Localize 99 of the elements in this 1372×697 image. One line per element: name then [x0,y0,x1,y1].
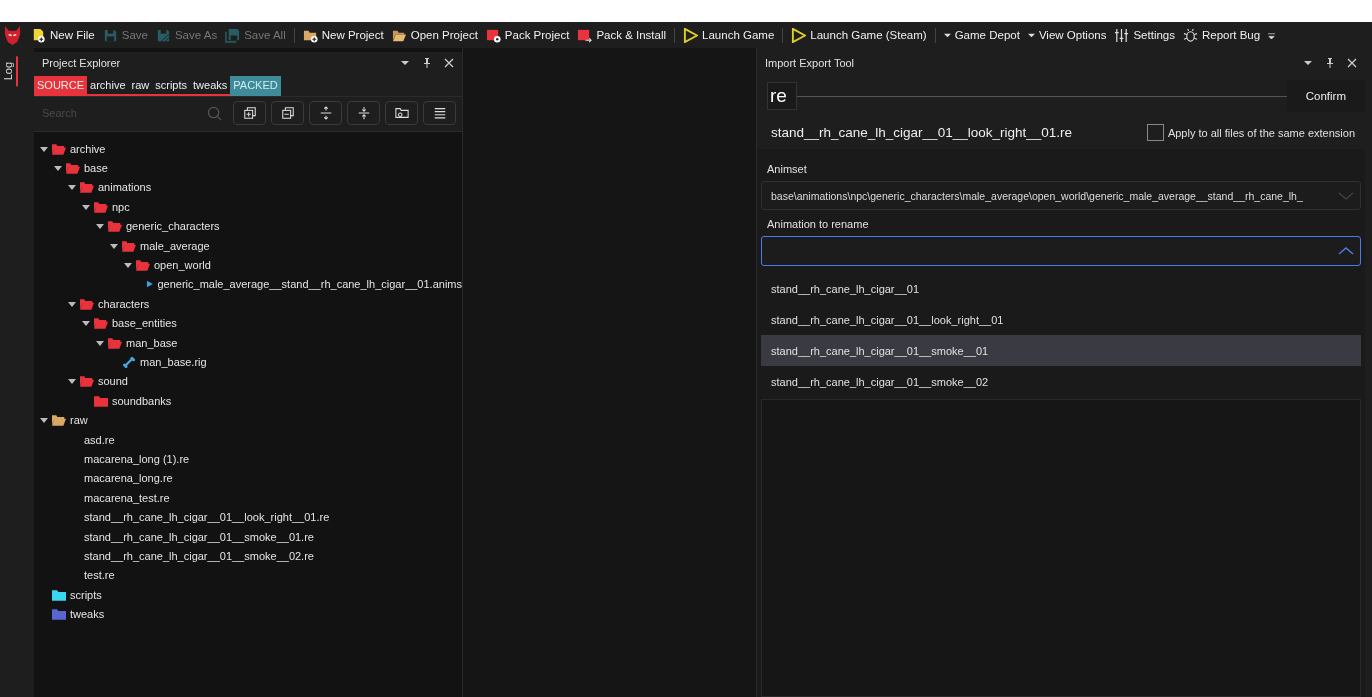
tree-item[interactable]: animations [98,181,152,194]
floppy-pen-icon [155,27,171,43]
toolbar-button[interactable]: Game Depot [939,27,1024,43]
collapse-all-button[interactable] [271,101,304,125]
play-icon [791,27,807,43]
toolbar-button[interactable]: Report Bug [1179,25,1265,45]
pin-icon[interactable] [422,58,432,68]
sliders-icon [1114,27,1130,43]
tree-item[interactable]: open_world [154,259,211,272]
tree-item[interactable]: macarena_long.re [84,472,173,485]
tree-item[interactable]: soundbanks [112,394,172,407]
toolbar-button[interactable]: Pack & Install [573,25,671,45]
tree-item[interactable]: characters [98,297,150,310]
folder-eye-icon [394,106,409,120]
tree-item[interactable]: sound [98,375,128,388]
tree-item[interactable]: raw [70,414,88,427]
confirm-button[interactable]: Confirm [1286,80,1365,112]
log-tab[interactable]: Log [0,56,18,87]
tree-item[interactable]: test.re [84,569,115,582]
animation-dropdown[interactable] [761,236,1361,266]
dropdown-option[interactable]: stand__rh_cane_lh_cigar__01 [761,273,1361,304]
tree-item[interactable]: macarena_long (1).re [84,452,190,465]
tree-item[interactable]: stand__rh_cane_lh_cigar__01__smoke__02.re [84,549,314,562]
toolbar-button[interactable]: Launch Game (Steam) [787,25,931,45]
expand-all-button[interactable] [233,101,266,125]
new-file-icon [31,27,46,43]
close-icon[interactable] [444,58,454,68]
tree-item[interactable]: base_entities [112,317,177,330]
dropdown-caret-icon[interactable] [400,58,410,68]
file-name: stand__rh_cane_lh_cigar__01__look_right__01.re [771,125,1072,140]
caret-icon [943,31,951,39]
tree-item[interactable]: asd.re [84,433,115,446]
collapse-all-icon [280,106,295,120]
tree-item[interactable]: generic_male_average__stand__rh_cane_lh_cigar__01.anims [157,278,462,291]
toolbar-button[interactable]: Launch Game [679,25,779,45]
play-icon [683,27,699,43]
filter-tab[interactable]: SOURCE [34,76,88,96]
checkbox-label: Apply to all files of the same extension [1167,126,1355,139]
tree-item[interactable]: archive [70,142,106,155]
caret-icon [1027,31,1035,39]
search-icon [207,105,222,121]
dropdown-option[interactable]: stand__rh_cane_lh_cigar__01__smoke__01 [761,335,1361,366]
field-label: Animation to rename [766,217,870,232]
toolbar-button[interactable]: View Options [1023,27,1111,43]
bug-icon [1183,27,1198,43]
pin-icon[interactable] [1325,58,1335,68]
list-button[interactable] [423,101,456,125]
expand-caret-icon[interactable] [96,338,104,347]
chevron-up-icon [1338,246,1354,256]
expand-caret-icon[interactable] [54,164,62,173]
animset-dropdown[interactable]: base\animations\npc\generic_characters\male_average\open_world\generic_male_average__stand__rh_cane_lh_ [761,181,1361,210]
tree-item[interactable]: stand__rh_cane_lh_cigar__01__look_right__01.re [84,511,330,524]
list-icon [432,106,447,120]
panel-title: Project Explorer [42,57,121,69]
checkbox[interactable] [1146,124,1164,141]
dropdown-caret-icon[interactable] [1303,58,1313,68]
expand-caret-icon[interactable] [82,202,90,211]
expand-caret-icon[interactable] [40,144,48,153]
tree-item[interactable]: base [84,162,108,175]
expand-caret-icon[interactable] [68,183,76,192]
collapse-arrows-icon [356,106,371,120]
tree-item[interactable]: man_base [126,336,178,349]
tree-item[interactable]: male_average [140,239,210,252]
close-icon[interactable] [1347,58,1357,68]
toolbar-button[interactable]: New Project [298,25,388,45]
expand-caret-icon[interactable] [40,416,48,425]
expand-caret-icon[interactable] [68,299,76,308]
expand-caret-icon[interactable] [96,222,104,231]
toolbar-button[interactable]: Open Project [387,25,482,45]
expand-caret-icon[interactable] [82,319,90,328]
expand-button[interactable] [309,101,342,125]
toolbar-button[interactable]: New File [27,25,99,45]
dropdown-option[interactable]: stand__rh_cane_lh_cigar__01__look_right__01 [761,304,1361,335]
expand-caret-icon[interactable] [124,261,132,270]
bone-icon [122,356,136,368]
expand-caret-icon[interactable] [110,241,118,250]
folder-eye-button[interactable] [385,101,418,125]
expand-arrows-icon [318,106,333,120]
tree-item[interactable]: generic_characters [126,220,220,233]
expand-all-icon [242,106,257,120]
tree-item[interactable]: man_base.rig [140,356,207,368]
chevron-down-icon [1338,190,1354,201]
tree-item[interactable]: stand__rh_cane_lh_cigar__01__smoke__01.re [84,530,314,543]
collapse-button[interactable] [347,101,380,125]
tree-item[interactable]: macarena_test.re [84,491,170,504]
toolbar-button[interactable]: Settings [1110,25,1179,45]
app-logo-icon [4,25,21,45]
extension-field[interactable]: re [767,82,797,110]
tree-item[interactable]: scripts [70,588,102,601]
tree-item[interactable]: npc [112,200,130,213]
floppy-stack-icon [225,27,241,43]
dropdown-option[interactable]: stand__rh_cane_lh_cigar__01__smoke__02 [761,366,1361,397]
box-gear-icon [485,27,501,43]
overflow-icon [1268,31,1276,39]
panel-title: Import Export Tool [765,57,855,69]
toolbar-button[interactable]: Pack Project [481,25,574,45]
expand-caret-icon[interactable] [68,377,76,386]
tree-item[interactable]: tweaks [70,608,105,621]
field-label: Animset [766,162,808,177]
